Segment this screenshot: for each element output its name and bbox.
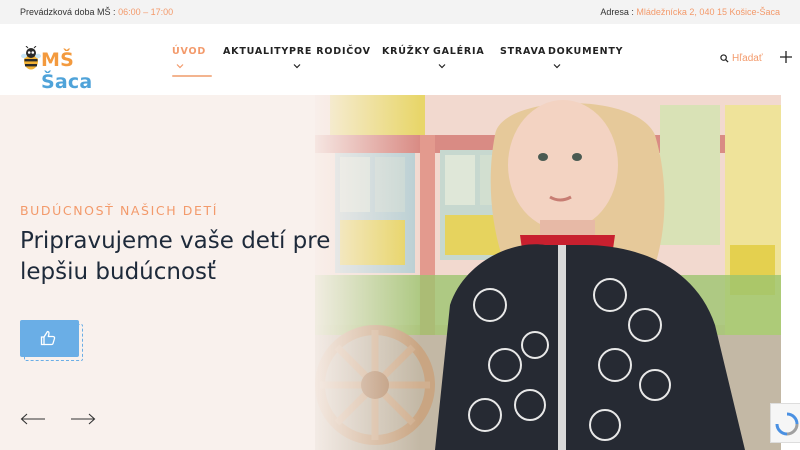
search-label: Hľadať — [732, 53, 763, 64]
nav-label-galeria: GALÉRIA — [433, 46, 485, 57]
nav-label-pre-rodicov: PRE RODIČOV — [289, 46, 371, 57]
opening-hours-value: 06:00 – 17:00 — [118, 7, 174, 17]
opening-hours: Prevádzková doba MŠ : 06:00 – 17:00 — [20, 7, 173, 17]
nav-item-kruzky[interactable]: KRÚŽKY — [382, 46, 430, 57]
chevron-down-icon — [293, 64, 301, 69]
thumbs-up-icon — [40, 330, 56, 346]
main-navigation: ÚVOD AKTUALITY PRE RODIČOV KRÚŽKY GALÉRI… — [0, 44, 800, 84]
hero-kicker: BUDÚCNOSŤ NAŠICH DETÍ — [20, 203, 219, 218]
search-icon — [720, 54, 729, 63]
arrow-left-icon[interactable] — [20, 413, 46, 425]
nav-label-uvod: ÚVOD — [172, 46, 207, 57]
nav-item-strava[interactable]: STRAVA — [500, 46, 546, 57]
nav-item-uvod[interactable]: ÚVOD — [172, 46, 206, 57]
nav-item-galeria[interactable]: GALÉRIA — [433, 46, 485, 57]
nav-item-pre-rodicov[interactable]: PRE RODIČOV — [289, 46, 371, 57]
top-info-bar: Prevádzková doba MŠ : 06:00 – 17:00 Adre… — [0, 0, 800, 24]
menu-plus-icon[interactable] — [780, 51, 792, 63]
nav-item-dokumenty[interactable]: DOKUMENTY — [548, 46, 623, 57]
nav-label-dokumenty: DOKUMENTY — [548, 46, 624, 57]
chevron-down-icon — [553, 64, 561, 69]
chevron-down-icon — [438, 64, 446, 69]
address-label: Adresa : — [600, 7, 634, 17]
address: Adresa : Mládežnícka 2, 040 15 Košice-Ša… — [600, 7, 780, 17]
hero-like-button[interactable] — [20, 320, 79, 357]
address-value[interactable]: Mládežnícka 2, 040 15 Košice-Šaca — [636, 7, 780, 17]
hero-right-margin — [781, 95, 800, 450]
nav-item-aktuality[interactable]: AKTUALITY — [223, 46, 289, 57]
arrow-right-icon[interactable] — [70, 413, 96, 425]
active-nav-underline — [172, 75, 212, 77]
nav-label-aktuality: AKTUALITY — [223, 46, 290, 57]
nav-label-kruzky: KRÚŽKY — [382, 46, 431, 57]
hero-headline: Pripravujeme vaše detí pre lepšiu budúcn… — [20, 228, 331, 285]
site-header: MŠ Šaca ÚVOD AKTUALITY PRE RODIČOV KRÚŽK… — [0, 24, 800, 95]
recaptcha-icon — [775, 412, 799, 436]
recaptcha-badge[interactable] — [770, 403, 800, 443]
hero-slider: BUDÚCNOSŤ NAŠICH DETÍ Pripravujeme vaše … — [0, 95, 800, 450]
nav-label-strava: STRAVA — [500, 46, 547, 57]
opening-hours-label: Prevádzková doba MŠ : — [20, 7, 116, 17]
chevron-down-icon — [176, 64, 184, 69]
